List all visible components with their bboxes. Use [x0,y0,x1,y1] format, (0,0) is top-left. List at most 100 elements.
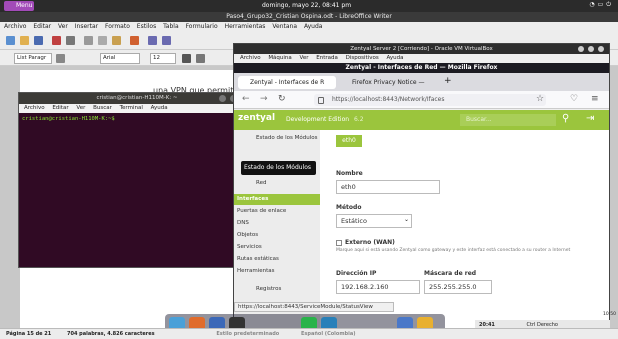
print-icon[interactable] [66,36,75,45]
writer-menu-item[interactable]: Estilos [137,23,156,30]
word-count[interactable]: 704 palabras, 4.826 caracteres [67,331,155,337]
battery-icon[interactable]: ▭ [598,1,607,8]
undo-icon[interactable] [148,36,157,45]
search-input[interactable]: Buscar... [460,114,556,126]
search-icon[interactable]: ⚲ [562,113,569,124]
ip-field[interactable]: 192.168.2.160 [336,280,420,294]
sidebar-item-label: Objetos [237,232,259,238]
sidebar-item-registros[interactable]: Registros [234,284,320,295]
vbox-menu-item[interactable]: Máquina [268,55,291,61]
save-icon[interactable] [34,36,43,45]
new-document-icon[interactable] [6,36,15,45]
logout-icon[interactable]: ⇥ [586,113,594,124]
zentyal-sidebar: Estado de los Módulos Red Interfaces Pue… [234,130,320,330]
terminal-menu-item[interactable]: Terminal [120,105,143,111]
writer-menu-item[interactable]: Tabla [163,23,179,30]
clone-formatting-icon[interactable] [130,36,139,45]
mask-select[interactable]: 255.255.255.0 [424,280,492,294]
font-size-select[interactable]: 12 [150,53,176,64]
redo-icon[interactable] [162,36,171,45]
maximize-icon[interactable] [588,46,594,52]
export-pdf-icon[interactable] [52,36,61,45]
wifi-icon[interactable]: ◔ [589,1,597,8]
terminal-menu-item[interactable]: Ver [76,105,85,111]
paragraph-style-select[interactable]: List Paragr [14,53,52,64]
writer-menu-item[interactable]: Editar [33,23,51,30]
pocket-icon[interactable]: ♡ [570,94,578,104]
tab-eth0[interactable]: eth0 [336,135,362,147]
firefox-nav-bar: ← → ↻ https://localhost:8443/Network/Ifa… [234,91,609,109]
copy-icon[interactable] [98,36,107,45]
reload-icon[interactable]: ↻ [278,94,286,104]
tab-privacy-notice[interactable]: Firefox Privacy Notice — [340,76,438,89]
power-icon[interactable]: ⏻ [606,1,614,8]
sidebar-item-dashboard[interactable]: Estado de los Módulos [234,134,320,150]
sidebar-item-interfaces[interactable]: Interfaces [234,194,320,205]
writer-menu-item[interactable]: Herramientas [225,23,266,30]
forward-icon[interactable]: → [260,94,268,104]
host-tray[interactable]: ◔▭⏻ [589,1,614,9]
writer-menu-item[interactable]: Formulario [186,23,218,30]
close-icon[interactable] [598,46,604,52]
virtualbox-title: Zentyal Server 2 [Corriendo] - Oracle VM… [234,44,609,54]
minimize-icon[interactable] [578,46,584,52]
url-bar[interactable]: https://localhost:8443/Network/Ifaces [314,94,546,106]
vbox-menu-item[interactable]: Ver [300,55,309,61]
terminal-prompt[interactable]: cristian@cristian-H110M-K:~$ [22,116,115,122]
vbox-menu-item[interactable]: Dispositivos [346,55,379,61]
vbox-menu-item[interactable]: Ayuda [386,55,403,61]
virtualbox-window[interactable]: Zentyal Server 2 [Corriendo] - Oracle VM… [233,43,610,331]
chevron-down-icon: ⌄ [404,216,410,223]
writer-menu-item[interactable]: Insertar [75,23,98,30]
bookmark-star-icon[interactable]: ☆ [536,94,544,104]
page-style[interactable]: Estilo predeterminado [216,331,279,337]
sidebar-item-tools[interactable]: Herramientas [234,266,320,277]
terminal-menu-item[interactable]: Editar [52,105,68,111]
hamburger-menu-icon[interactable]: ≡ [591,94,599,104]
back-icon[interactable]: ← [242,94,250,104]
vbox-menu-item[interactable]: Entrada [316,55,338,61]
sidebar-item-dns[interactable]: DNS [234,218,320,229]
lock-icon[interactable] [318,97,324,104]
update-style-icon[interactable] [56,54,65,63]
terminal-window[interactable]: cristian@cristian-H110M-K: ~ Archivo Edi… [18,92,256,268]
vbox-menu-item[interactable]: Archivo [240,55,261,61]
paste-icon[interactable] [112,36,121,45]
minimize-icon[interactable] [219,95,226,102]
sidebar-item-gateways[interactable]: Puertas de enlace [234,206,320,217]
terminal-menu-item[interactable]: Archivo [24,105,45,111]
externo-help: Marque aquí si está usando Zentyal como … [336,248,571,253]
terminal-menu-item[interactable]: Ayuda [151,105,168,111]
page-count[interactable]: Página 15 de 21 [6,331,51,337]
writer-menu-item[interactable]: Ayuda [304,23,323,30]
writer-menu-item[interactable]: Ver [58,23,68,30]
nombre-field[interactable]: eth0 [336,180,440,194]
cut-icon[interactable] [84,36,93,45]
sidebar-item-objects[interactable]: Objetos [234,230,320,241]
sidebar-item-red[interactable]: Red [234,178,320,189]
writer-menu-item[interactable]: Formato [105,23,130,30]
sidebar-item-services[interactable]: Servicios [234,242,320,253]
sidebar-item-label: DNS [237,220,249,226]
writer-menu-item[interactable]: Ventana [272,23,297,30]
host-menu-button[interactable]: Menu [4,1,34,11]
writer-menu-item[interactable]: Archivo [4,23,26,30]
externo-checkbox[interactable] [336,240,342,246]
terminal-menu-item[interactable]: Buscar [93,105,112,111]
open-folder-icon[interactable] [20,36,29,45]
language[interactable]: Español (Colombia) [301,331,356,337]
new-tab-button[interactable]: + [444,76,452,86]
italic-icon[interactable] [196,54,205,63]
sidebar-item-label: Red [256,180,267,186]
font-name-select[interactable]: Arial [100,53,140,64]
metodo-select[interactable]: Estático [336,214,412,228]
zentyal-logo[interactable]: zentyal [238,113,275,123]
ip-label: Dirección IP [336,270,377,277]
zentyal-version: 6.2 [353,116,364,123]
host-clock[interactable]: domingo, mayo 22, 08:41 pm [262,2,351,9]
tab-label: Zentyal - Interfaces de R [250,79,325,86]
terminal-menu-bar: Archivo Editar Ver Buscar Terminal Ayuda [19,104,255,113]
tab-zentyal[interactable]: Zentyal - Interfaces de R [238,76,336,89]
bold-icon[interactable] [182,54,191,63]
sidebar-item-static-routes[interactable]: Rutas estáticas [234,254,320,265]
